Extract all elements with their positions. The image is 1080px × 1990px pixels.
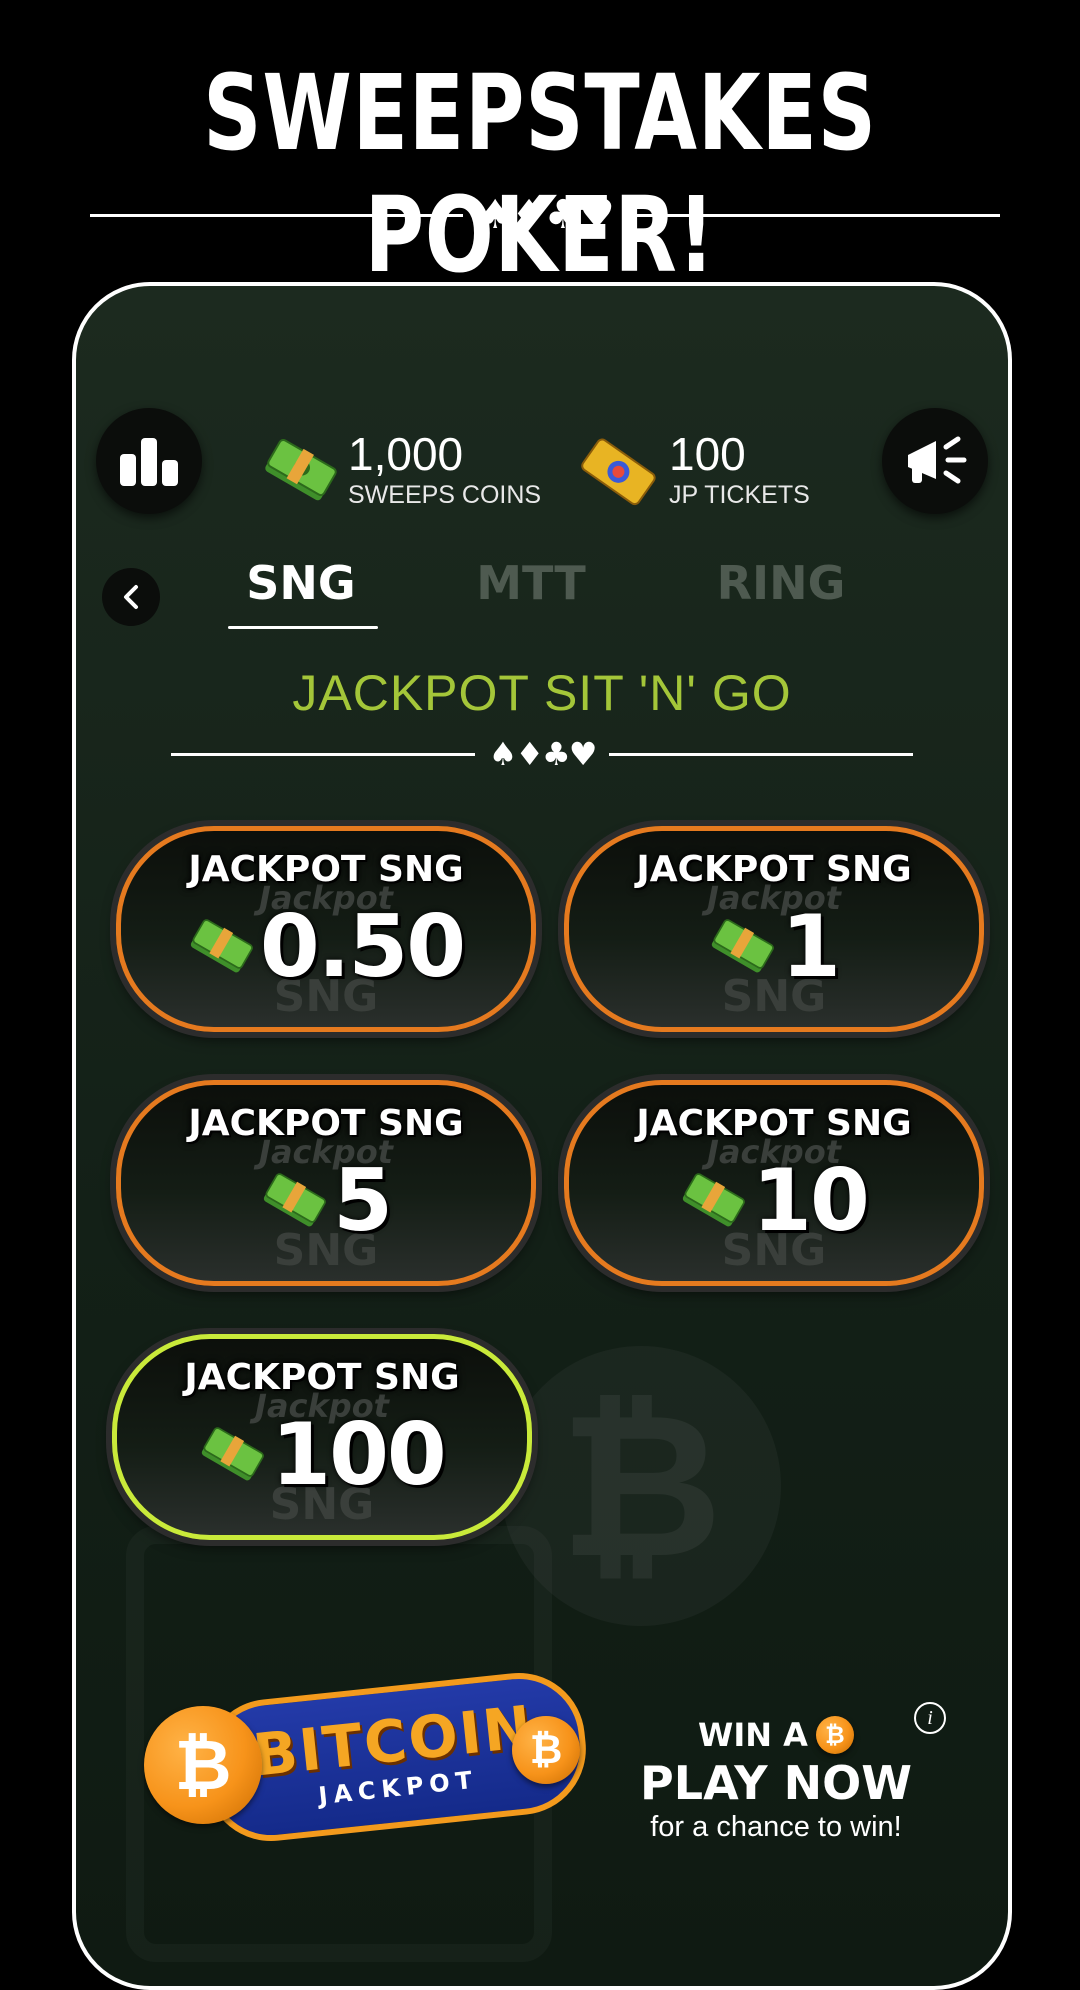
game-buyin-value: 10 [752, 1151, 870, 1251]
headline: SWEEPSTAKES POKER! [203, 52, 877, 296]
tab-ring[interactable]: RING [691, 556, 871, 610]
section-title: JACKPOT SIT 'N' GO [292, 665, 792, 721]
cash-stack-icon [265, 438, 337, 500]
chevron-left-icon [124, 585, 138, 609]
tab-mtt[interactable]: MTT [456, 556, 606, 610]
announcements-button[interactable] [882, 408, 988, 514]
game-card-jackpot-sng-5[interactable]: Jackpot SNG JACKPOT SNG 5 [116, 1080, 536, 1286]
bar-chart-icon [120, 438, 178, 486]
game-buyin-value: 1 [781, 897, 841, 997]
game-buyin-value: 5 [333, 1151, 393, 1251]
ticket-icon [581, 438, 656, 505]
coins-label: SWEEPS COINS [348, 481, 542, 509]
bitcoin-coin-icon: ₿ [144, 1706, 262, 1824]
bitcoin-coin-icon: ₿ [512, 1716, 580, 1784]
game-card-jackpot-sng-100[interactable]: Jackpot SNG JACKPOT SNG 100 [112, 1334, 532, 1540]
play-now-text: PLAY NOW [640, 1756, 912, 1810]
jp-tickets-balance: 100 JP TICKETS [581, 431, 810, 510]
cash-stack-icon [263, 1173, 326, 1227]
tickets-label: JP TICKETS [669, 481, 810, 509]
game-title: JACKPOT SNG [188, 1103, 464, 1144]
cash-stack-icon [711, 919, 774, 973]
game-title: JACKPOT SNG [636, 849, 912, 890]
section-divider: ♠♦♣♥ [171, 738, 913, 770]
play-now-cta[interactable]: WIN A ₿ PLAY NOW for a chance to win! [576, 1716, 976, 1844]
bitcoin-jackpot-banner[interactable]: BITCOIN JACKPOT ₿ ₿ [134, 1656, 594, 1856]
info-icon[interactable]: i [914, 1702, 946, 1734]
game-title: JACKPOT SNG [188, 849, 464, 890]
game-buyin-value: 0.50 [259, 897, 466, 997]
game-card-jackpot-sng-1[interactable]: Jackpot SNG JACKPOT SNG 1 [564, 826, 984, 1032]
tickets-value: 100 [669, 428, 746, 480]
app-screen: ₿ 1,000 SWEEPS COINS 100 JP TICKETS SNG … [72, 282, 1012, 1990]
sweeps-coins-balance: 1,000 SWEEPS COINS [262, 431, 541, 510]
chance-to-win-text: for a chance to win! [650, 1810, 902, 1843]
card-suits-icon: ♠♦♣♥ [477, 192, 614, 238]
megaphone-icon [908, 436, 967, 484]
active-tab-indicator [228, 626, 378, 629]
coins-value: 1,000 [348, 428, 464, 480]
cash-stack-icon [682, 1173, 746, 1227]
tab-sng[interactable]: SNG [226, 556, 376, 610]
leaderboard-button[interactable] [96, 408, 202, 514]
game-title: JACKPOT SNG [636, 1103, 912, 1144]
game-card-jackpot-sng-10[interactable]: Jackpot SNG JACKPOT SNG 10 [564, 1080, 984, 1286]
game-buyin-value: 100 [271, 1405, 447, 1505]
cash-stack-icon [190, 919, 253, 973]
cash-stack-icon [202, 1427, 265, 1481]
back-button[interactable] [102, 568, 160, 626]
win-a-text: WIN A [698, 1716, 808, 1754]
game-title: JACKPOT SNG [184, 1357, 460, 1398]
game-card-jackpot-sng-0-50[interactable]: Jackpot SNG JACKPOT SNG 0.50 [116, 826, 536, 1032]
bitcoin-coin-icon: ₿ [815, 1716, 854, 1754]
top-divider: ♠♦♣♥ [90, 195, 1000, 235]
card-suits-icon: ♠♦♣♥ [488, 735, 598, 773]
banner-title: BITCOIN [249, 1692, 537, 1790]
